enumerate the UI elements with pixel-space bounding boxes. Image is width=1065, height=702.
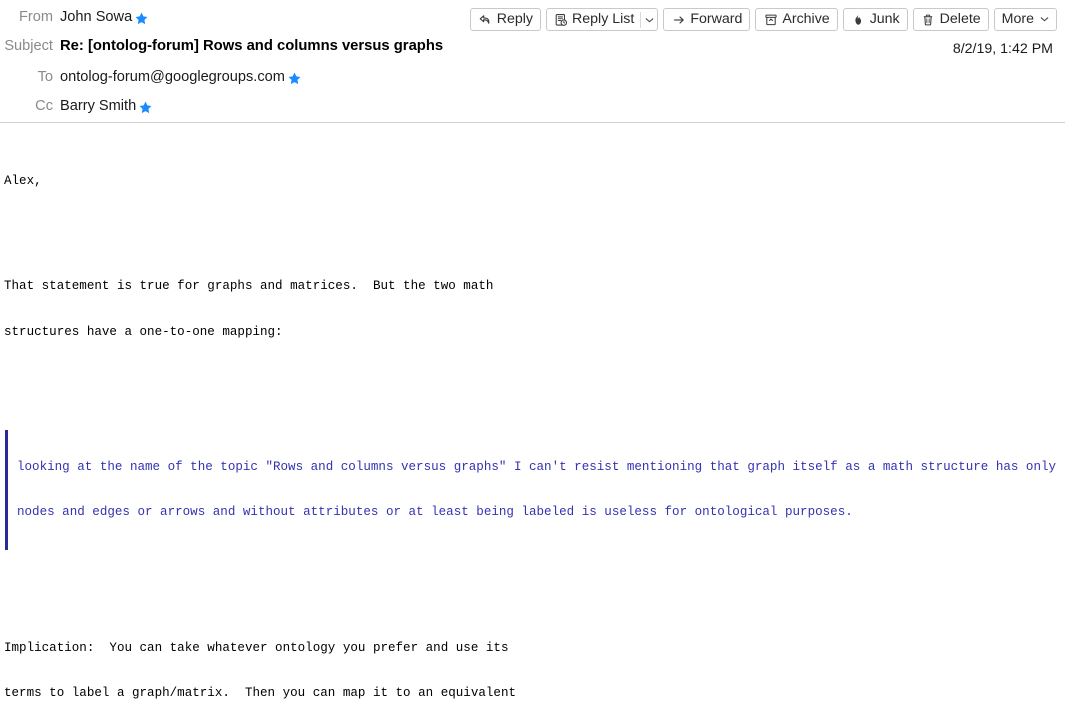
reply-button-label: Reply (496, 11, 534, 28)
cc-value[interactable]: Barry Smith (60, 98, 153, 116)
reply-list-icon (553, 12, 568, 27)
reply-button[interactable]: Reply (469, 8, 542, 31)
flame-icon (851, 12, 866, 27)
archive-icon (763, 12, 778, 27)
subject-label: Subject (4, 37, 53, 54)
archive-button-label: Archive (782, 11, 830, 28)
reply-list-split-button[interactable]: Reply List (546, 8, 659, 31)
message-header: Reply Reply List Forward Archive Junk De… (0, 5, 1065, 123)
body-line: structures have a one-to-one mapping: (4, 324, 283, 339)
header-row-to: To ontolog-forum@googlegroups.com (0, 65, 1065, 90)
quoted-line: looking at the name of the topic "Rows a… (17, 460, 1057, 475)
forward-button-label: Forward (690, 11, 743, 28)
chevron-down-icon (1040, 15, 1049, 25)
delete-button[interactable]: Delete (912, 8, 989, 31)
message-toolbar: Reply Reply List Forward Archive Junk De… (469, 8, 1057, 31)
quoted-line: nodes and edges or arrows and without at… (17, 505, 853, 520)
message-body: Alex, That statement is true for graphs … (0, 123, 1065, 702)
cc-label: Cc (35, 97, 53, 114)
body-line: terms to label a graph/matrix. Then you … (4, 685, 516, 700)
reply-list-button-label: Reply List (572, 11, 635, 28)
delete-button-label: Delete (939, 11, 981, 28)
to-label: To (37, 68, 53, 85)
body-paragraph: Alex, (4, 174, 42, 189)
archive-button[interactable]: Archive (755, 8, 838, 31)
cc-name: Barry Smith (60, 97, 137, 114)
from-label: From (18, 8, 53, 25)
star-icon[interactable] (287, 71, 302, 86)
junk-button-label: Junk (869, 11, 900, 28)
to-value[interactable]: ontolog-forum@googlegroups.com (60, 69, 302, 87)
message-date: 8/2/19, 1:42 PM (952, 41, 1053, 57)
body-line: Implication: You can take whatever ontol… (4, 640, 509, 655)
junk-button[interactable]: Junk (842, 8, 908, 31)
more-button[interactable]: More (993, 8, 1057, 31)
reply-list-dropdown-icon[interactable] (641, 9, 657, 30)
reply-icon (478, 12, 493, 27)
more-button-label: More (1001, 11, 1034, 28)
star-icon[interactable] (134, 11, 149, 26)
from-name: John Sowa (60, 8, 133, 25)
header-row-subject: Subject Re: [ontolog-forum] Rows and col… (0, 34, 1065, 59)
forward-button[interactable]: Forward (663, 8, 751, 31)
forward-icon (671, 12, 686, 27)
star-icon[interactable] (138, 100, 153, 115)
reply-list-button[interactable]: Reply List (547, 9, 640, 30)
body-line: That statement is true for graphs and ma… (4, 279, 494, 294)
to-address: ontolog-forum@googlegroups.com (60, 68, 285, 85)
trash-icon (921, 12, 936, 27)
quoted-block: looking at the name of the topic "Rows a… (5, 429, 1065, 551)
header-row-cc: Cc Barry Smith (0, 94, 1065, 119)
from-value[interactable]: John Sowa (60, 9, 149, 27)
subject-value: Re: [ontolog-forum] Rows and columns ver… (60, 37, 444, 54)
